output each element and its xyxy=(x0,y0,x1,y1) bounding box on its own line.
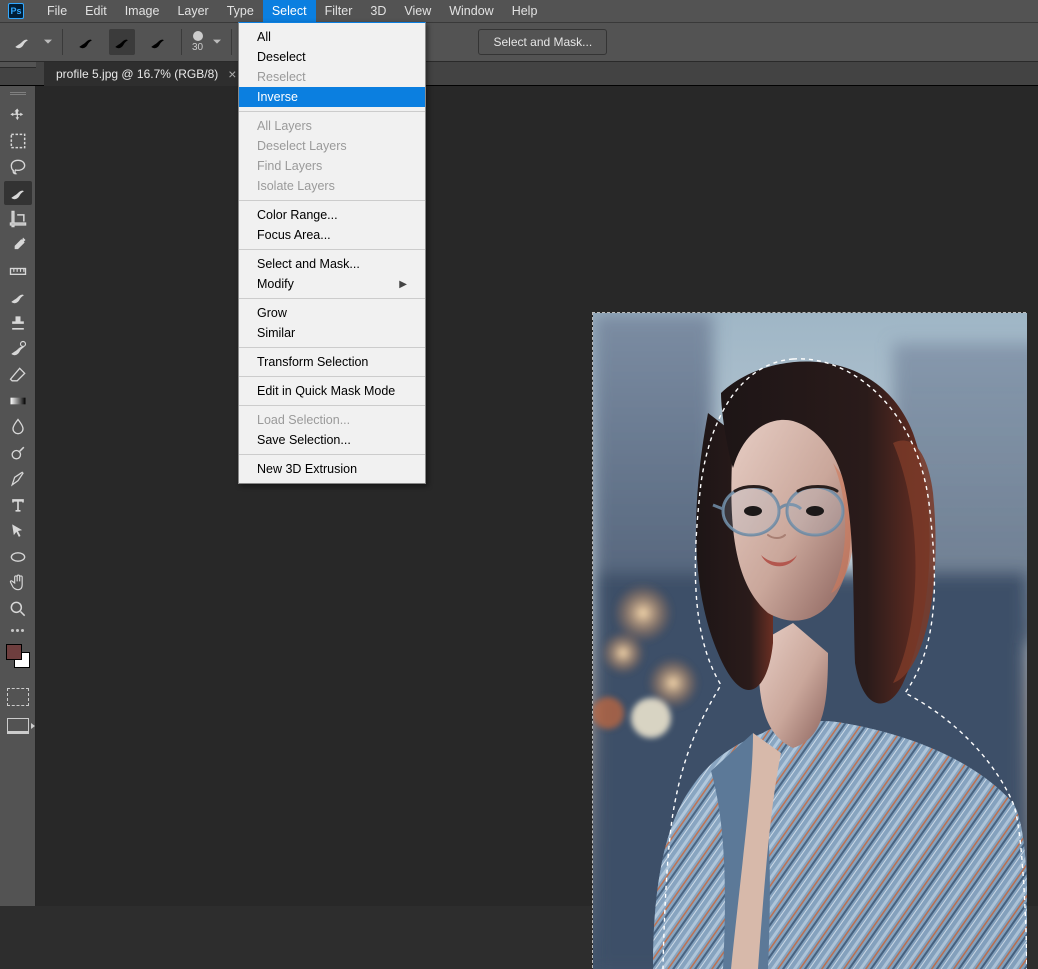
document-canvas[interactable] xyxy=(592,312,1026,968)
menu-separator xyxy=(239,376,425,377)
brush-size-picker[interactable]: 30 xyxy=(192,31,203,53)
menu-separator xyxy=(239,200,425,201)
quick-select-add-icon[interactable] xyxy=(73,29,99,55)
menu-window[interactable]: Window xyxy=(440,0,502,22)
eyedropper-tool[interactable] xyxy=(4,233,32,257)
menu-item-load-selection: Load Selection... xyxy=(239,410,425,430)
brush-tool[interactable] xyxy=(4,285,32,309)
history-brush-tool[interactable] xyxy=(4,337,32,361)
crop-tool[interactable] xyxy=(4,207,32,231)
menu-item-new-3d-extrusion[interactable]: New 3D Extrusion xyxy=(239,459,425,479)
tools-grip[interactable] xyxy=(10,92,26,95)
color-swatches[interactable] xyxy=(4,642,32,670)
app-logo-icon: Ps xyxy=(8,3,24,19)
quick-select-subtract-icon[interactable] xyxy=(145,29,171,55)
menu-separator xyxy=(239,249,425,250)
menu-separator xyxy=(239,454,425,455)
menu-item-save-selection[interactable]: Save Selection... xyxy=(239,430,425,450)
eraser-tool[interactable] xyxy=(4,363,32,387)
marquee-tool[interactable] xyxy=(4,129,32,153)
pen-tool[interactable] xyxy=(4,467,32,491)
canvas-image xyxy=(593,313,1027,969)
zoom-tool[interactable] xyxy=(4,597,32,621)
menu-item-similar[interactable]: Similar xyxy=(239,323,425,343)
chevron-down-icon[interactable] xyxy=(213,35,221,49)
chevron-down-icon[interactable] xyxy=(44,35,52,49)
menu-item-select-and-mask[interactable]: Select and Mask... xyxy=(239,254,425,274)
menu-separator xyxy=(239,347,425,348)
menu-item-all-layers: All Layers xyxy=(239,116,425,136)
panel-grip[interactable] xyxy=(0,62,36,68)
move-tool[interactable] xyxy=(4,103,32,127)
dodge-tool[interactable] xyxy=(4,441,32,465)
brush-size-value: 30 xyxy=(192,43,203,53)
menu-bar: Ps FileEditImageLayerTypeSelectFilter3DV… xyxy=(0,0,1038,22)
menu-item-focus-area[interactable]: Focus Area... xyxy=(239,225,425,245)
menu-filter[interactable]: Filter xyxy=(316,0,362,22)
menu-separator xyxy=(239,111,425,112)
lasso-tool[interactable] xyxy=(4,155,32,179)
menu-help[interactable]: Help xyxy=(503,0,547,22)
options-bar: 30 S Select and Mask... xyxy=(0,22,1038,62)
menu-item-all[interactable]: All xyxy=(239,27,425,47)
tab-title: profile 5.jpg @ 16.7% (RGB/8) xyxy=(56,67,218,81)
select-menu-dropdown: AllDeselectReselectInverse All LayersDese… xyxy=(238,22,426,484)
tools-panel xyxy=(0,86,36,906)
menu-item-inverse[interactable]: Inverse xyxy=(239,87,425,107)
separator xyxy=(62,29,63,55)
document-tab[interactable]: profile 5.jpg @ 16.7% (RGB/8) × xyxy=(44,62,248,86)
menu-item-deselect-layers: Deselect Layers xyxy=(239,136,425,156)
stamp-tool[interactable] xyxy=(4,311,32,335)
menu-view[interactable]: View xyxy=(395,0,440,22)
ruler-tool[interactable] xyxy=(4,259,32,283)
edit-toolbar-icon[interactable] xyxy=(11,629,24,632)
menu-item-find-layers: Find Layers xyxy=(239,156,425,176)
hand-tool[interactable] xyxy=(4,571,32,595)
menu-layer[interactable]: Layer xyxy=(168,0,217,22)
separator xyxy=(231,29,232,55)
blur-tool[interactable] xyxy=(4,415,32,439)
type-tool[interactable] xyxy=(4,493,32,517)
quick-select-new-icon[interactable] xyxy=(109,29,135,55)
menu-item-grow[interactable]: Grow xyxy=(239,303,425,323)
menu-image[interactable]: Image xyxy=(116,0,169,22)
gradient-tool[interactable] xyxy=(4,389,32,413)
menu-item-deselect[interactable]: Deselect xyxy=(239,47,425,67)
close-icon[interactable]: × xyxy=(228,66,236,82)
menu-type[interactable]: Type xyxy=(218,0,263,22)
menu-edit[interactable]: Edit xyxy=(76,0,116,22)
menu-item-isolate-layers: Isolate Layers xyxy=(239,176,425,196)
menu-3d[interactable]: 3D xyxy=(361,0,395,22)
menu-item-modify[interactable]: Modify▶ xyxy=(239,274,425,294)
document-tabs: profile 5.jpg @ 16.7% (RGB/8) × xyxy=(0,62,1038,86)
menu-item-color-range[interactable]: Color Range... xyxy=(239,205,425,225)
menu-separator xyxy=(239,298,425,299)
screen-mode-icon[interactable] xyxy=(7,718,29,734)
menu-item-transform-selection[interactable]: Transform Selection xyxy=(239,352,425,372)
select-and-mask-button[interactable]: Select and Mask... xyxy=(478,29,607,55)
menu-select[interactable]: Select xyxy=(263,0,316,22)
path-select-tool[interactable] xyxy=(4,519,32,543)
brush-preview-icon xyxy=(193,31,203,41)
menu-separator xyxy=(239,405,425,406)
ellipse-tool[interactable] xyxy=(4,545,32,569)
separator xyxy=(181,29,182,55)
quick-mask-icon[interactable] xyxy=(7,688,29,706)
menu-item-edit-in-quick-mask-mode[interactable]: Edit in Quick Mask Mode xyxy=(239,381,425,401)
menu-item-reselect: Reselect xyxy=(239,67,425,87)
quick-select-tool[interactable] xyxy=(4,181,32,205)
menu-file[interactable]: File xyxy=(38,0,76,22)
tool-preset-picker[interactable] xyxy=(10,30,34,54)
workspace xyxy=(36,86,1038,906)
